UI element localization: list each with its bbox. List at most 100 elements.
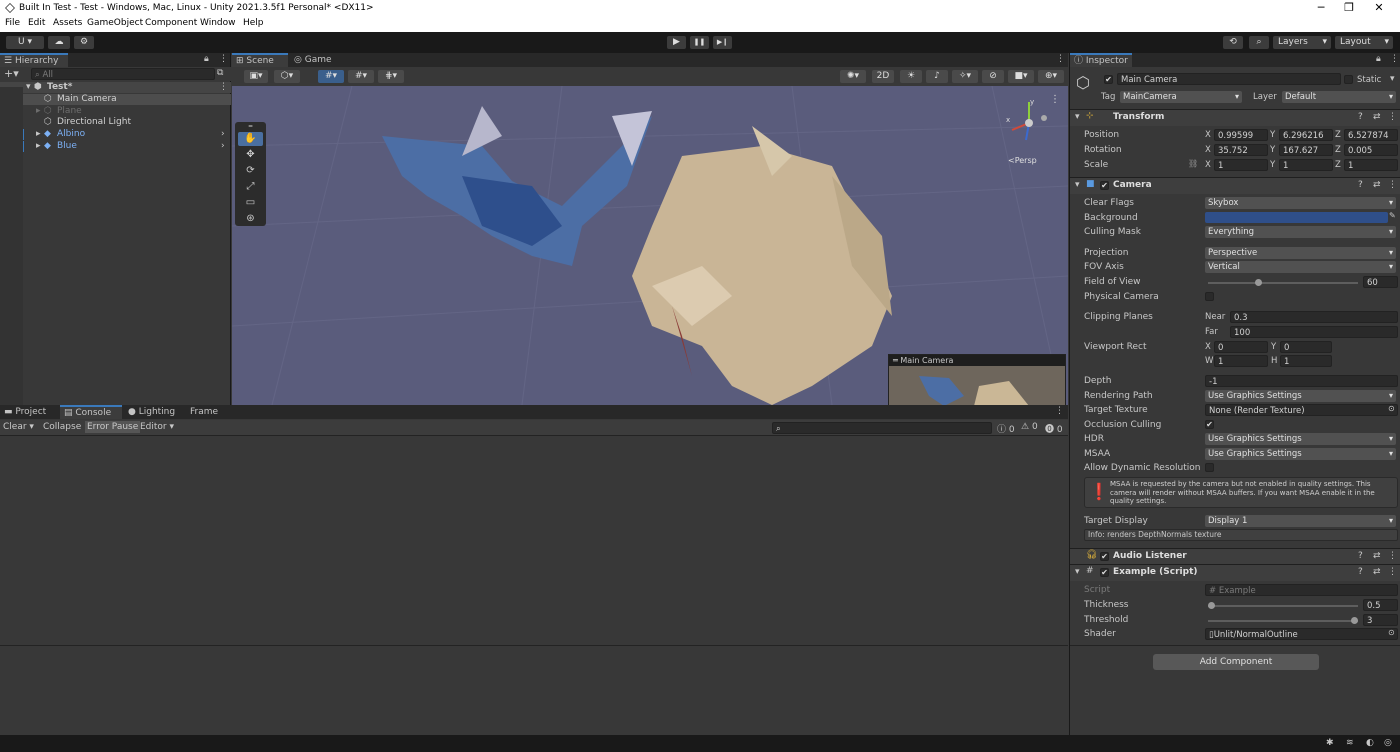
target-display-dropdown[interactable]: Display 1 [1205,515,1396,527]
object-picker-icon[interactable]: ⊙ [1388,628,1395,637]
cloud-icon[interactable]: ☁ [48,36,70,49]
tab-console[interactable]: ▤ Console [60,405,122,419]
projection-dropdown[interactable]: Perspective [1205,247,1396,259]
2d-toggle[interactable]: 2D [872,70,894,83]
layer-dropdown[interactable]: Default [1282,91,1396,103]
thickness-field[interactable]: 0.5 [1363,599,1398,611]
position-z-field[interactable]: 6.527874 [1344,129,1398,141]
expand-arrow-icon[interactable]: ▾ [26,82,31,93]
target-texture-field[interactable]: None (Render Texture) [1205,404,1398,416]
maximize-button[interactable]: ❐ [1334,1,1364,14]
active-checkbox[interactable]: ✔ [1104,75,1113,84]
help-icon[interactable]: ? [1358,180,1363,190]
preset-icon[interactable]: ⇄ [1373,551,1381,561]
persp-label[interactable]: <Persp [1008,156,1037,165]
example-script-header[interactable]: ▾ # ✔ Example (Script) ? ⇄ ⋮ [1070,564,1400,581]
menu-file[interactable]: File [5,18,20,28]
orientation-gizmo[interactable]: y x [1004,98,1054,148]
snap-icon[interactable]: #▾ [348,70,374,83]
near-field[interactable]: 0.3 [1230,311,1398,323]
play-button[interactable]: ▶ [667,36,686,49]
culling-mask-dropdown[interactable]: Everything [1205,226,1396,238]
component-enabled-checkbox[interactable]: ✔ [1100,181,1109,190]
component-menu-icon[interactable]: ⋮ [1388,180,1397,190]
search-icon[interactable]: ⌕ [1249,36,1269,49]
hierarchy-search-input[interactable]: ⌕ All [31,68,215,80]
position-x-field[interactable]: 0.99599 [1214,129,1268,141]
minimize-button[interactable]: ─ [1306,1,1336,14]
depth-field[interactable]: -1 [1205,375,1398,387]
scene-options-icon[interactable]: ⋮ [1050,94,1060,105]
account-button[interactable]: U ▾ [6,36,44,49]
collapse-arrow-icon[interactable]: ▸ [36,106,41,117]
grid-snap-icon[interactable]: #▾ [318,70,344,83]
background-color-swatch[interactable] [1205,212,1388,223]
transform-tool-icon[interactable]: ⊛ [238,212,263,226]
scene-row[interactable]: ▾ ⬢ Test* ⋮ [0,82,231,93]
hierarchy-item-main-camera[interactable]: ⬡ Main Camera [0,94,231,105]
hierarchy-item-directional-light[interactable]: ⬡ Directional Light [0,117,231,128]
preset-icon[interactable]: ⇄ [1373,567,1381,577]
scene-menu-icon[interactable]: ⋮ [219,82,228,93]
rotation-y-field[interactable]: 167.627 [1279,144,1333,156]
thickness-slider[interactable] [1208,602,1358,609]
kebab-menu-icon[interactable]: ⋮ [1390,54,1399,64]
tab-frame-debug[interactable]: Frame Debug [186,405,252,431]
lock-icon[interactable]: 🔒︎ [1376,54,1381,64]
camera-header[interactable]: ▾ ■ ✔ Camera ? ⇄ ⋮ [1070,177,1400,194]
hierarchy-item-albino[interactable]: ▸ ◆ Albino › [0,129,231,140]
menu-gameobject[interactable]: GameObject [87,18,143,28]
viewport-h-field[interactable]: 1 [1280,355,1332,367]
hidden-objects-icon[interactable]: ⊘ [982,70,1004,83]
step-button[interactable]: ▶❙ [713,36,732,49]
scale-x-field[interactable]: 1 [1214,159,1268,171]
component-menu-icon[interactable]: ⋮ [1388,551,1397,561]
tab-inspector[interactable]: ⓘ Inspector [1070,53,1132,67]
position-y-field[interactable]: 6.296216 [1279,129,1333,141]
scale-z-field[interactable]: 1 [1344,159,1398,171]
scene-viewport[interactable]: ═ ✋ ✥ ⟳ ⤢ ▭ ⊛ y x <Persp ⋮ ═ Main Camera [232,86,1068,436]
foldout-arrow-icon[interactable]: ▾ [1075,180,1080,190]
component-menu-icon[interactable]: ⋮ [1388,567,1397,577]
tab-project[interactable]: ▬ Project [0,405,58,419]
physical-camera-checkbox[interactable] [1205,292,1214,301]
increment-snap-icon[interactable]: ⋕▾ [378,70,404,83]
move-tool-icon[interactable]: ✥ [238,148,263,162]
gizmos-icon[interactable]: ⊕▾ [1038,70,1064,83]
drag-handle-icon[interactable]: ═ [238,124,263,130]
prefab-arrow-icon[interactable]: › [221,141,225,152]
bug-icon[interactable]: ✱ [1326,738,1334,748]
viewport-y-field[interactable]: 0 [1280,341,1332,353]
rect-tool-icon[interactable]: ▭ [238,196,263,210]
hierarchy-item-plane[interactable]: ▸ ⬡ Plane [0,106,231,117]
draw-mode-icon[interactable]: ▣▾ [244,70,268,83]
tab-lighting[interactable]: ● Lighting [124,405,182,419]
kebab-menu-icon[interactable]: ⋮ [1056,54,1065,64]
layers-dropdown[interactable]: Layers ▾ [1273,36,1331,49]
thickness-slider-knob[interactable] [1208,602,1215,609]
kebab-menu-icon[interactable]: ⋮ [1055,406,1064,416]
log-count[interactable]: ⓘ 0 [997,422,1015,435]
warning-count[interactable]: ⚠ 0 [1021,422,1038,432]
lock-icon[interactable]: 🔒︎ [204,54,209,64]
clear-flags-dropdown[interactable]: Skybox [1205,197,1396,209]
foldout-arrow-icon[interactable]: ▾ [1075,112,1080,122]
link-icon[interactable]: ⛓ [1188,159,1198,168]
hand-tool-icon[interactable]: ✋ [238,132,263,146]
camera-icon[interactable]: ■▾ [1008,70,1034,83]
dynamic-resolution-checkbox[interactable] [1205,463,1214,472]
clear-button[interactable]: Clear ▾ [3,422,34,432]
error-pause-button[interactable]: Error Pause [85,421,141,433]
prefab-arrow-icon[interactable]: › [221,129,225,140]
editor-dropdown[interactable]: Editor ▾ [140,422,174,432]
rendering-path-dropdown[interactable]: Use Graphics Settings [1205,390,1396,402]
rotation-z-field[interactable]: 0.005 [1344,144,1398,156]
menu-assets[interactable]: Assets [53,18,82,28]
hierarchy-item-blue[interactable]: ▸ ◆ Blue › [0,141,231,152]
help-icon[interactable]: ? [1358,112,1363,122]
static-dropdown-icon[interactable]: ▾ [1390,74,1395,84]
menu-edit[interactable]: Edit [28,18,45,28]
viewport-x-field[interactable]: 0 [1214,341,1268,353]
threshold-field[interactable]: 3 [1363,614,1398,626]
scale-y-field[interactable]: 1 [1279,159,1333,171]
